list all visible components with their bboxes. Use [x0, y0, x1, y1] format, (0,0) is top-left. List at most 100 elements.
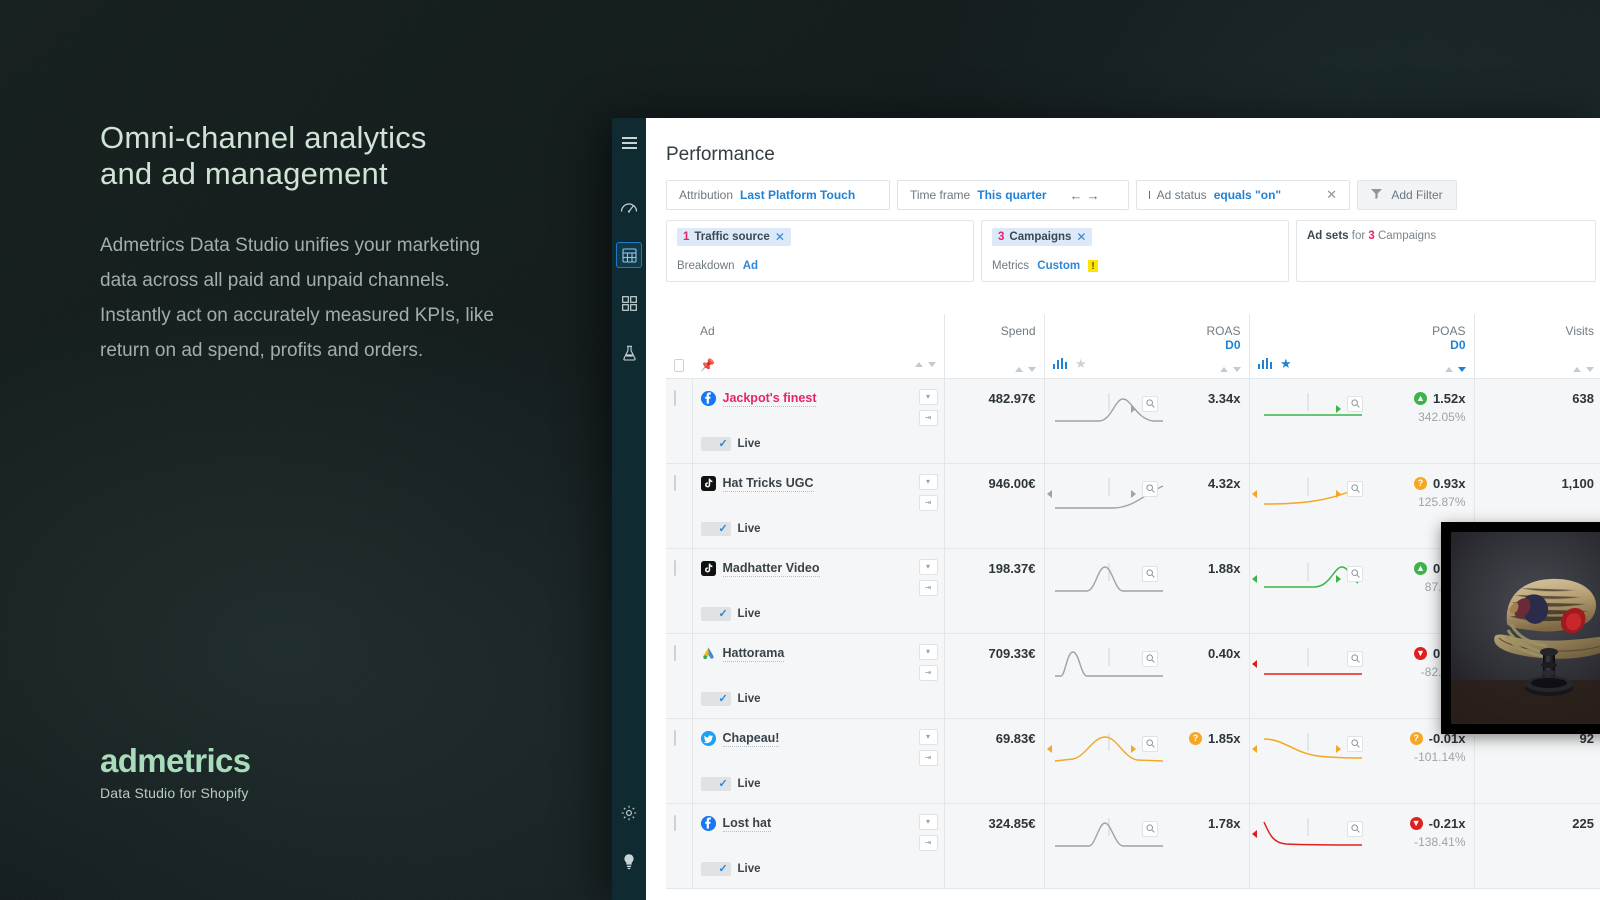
row-checkbox[interactable] [674, 814, 676, 831]
row-dropdown-button[interactable]: ▾ [918, 643, 938, 660]
magnifier-icon[interactable] [1142, 565, 1158, 582]
timeframe-filter[interactable]: Time frame This quarter ←→ [897, 180, 1129, 210]
sidebar-item-performance[interactable] [616, 242, 642, 268]
magnifier-icon[interactable] [1347, 735, 1363, 752]
magnifier-icon[interactable] [1142, 650, 1158, 667]
metrics-value[interactable]: Custom [1037, 260, 1080, 272]
attribution-filter[interactable]: Attribution Last Platform Touch [666, 180, 890, 210]
sort-desc-icon[interactable] [927, 362, 936, 367]
dashboard-speedometer-icon[interactable] [616, 194, 642, 220]
range-left-caret-icon [1251, 829, 1257, 838]
bar-chart-icon[interactable] [1257, 358, 1272, 369]
open-external-button[interactable]: ⇥ [918, 834, 938, 851]
magnifier-icon[interactable] [1347, 820, 1363, 837]
table-row[interactable]: Lost hat▾⇥Live324.85€1.78x▼-0.21x-138.41… [666, 803, 1600, 889]
live-toggle[interactable] [700, 606, 731, 621]
tiktok-icon [700, 476, 716, 491]
traffic-source-card[interactable]: 1 Traffic source ✕ Breakdown Ad [666, 220, 974, 282]
ad-status-value[interactable]: equals "on" [1214, 188, 1281, 202]
flask-experiments-icon[interactable] [616, 340, 642, 366]
ad-sets-card[interactable]: Ad sets for 3 Campaigns [1296, 220, 1596, 282]
live-toggle[interactable] [700, 436, 731, 451]
ad-name[interactable]: Chapeau! [722, 731, 780, 747]
live-toggle[interactable] [700, 691, 731, 706]
spend-sort-controls[interactable] [1014, 366, 1036, 372]
live-toggle[interactable] [700, 776, 731, 791]
table-row[interactable]: Jackpot's finest▾⇥Live482.97€3.34x▲1.52x… [666, 378, 1600, 464]
magnifier-icon[interactable] [1347, 480, 1363, 497]
attribution-value[interactable]: Last Platform Touch [740, 188, 855, 202]
ad-status-filter[interactable]: Ad status equals "on" ✕ [1136, 180, 1350, 210]
sort-asc-icon[interactable] [914, 362, 923, 367]
ad-name[interactable]: Madhatter Video [722, 561, 820, 577]
row-dropdown-button[interactable]: ▾ [918, 558, 938, 575]
range-left-caret-icon [1046, 489, 1052, 498]
row-dropdown-button[interactable]: ▾ [918, 728, 938, 745]
magnifier-icon[interactable] [1347, 395, 1363, 412]
breakdown-value[interactable]: Ad [743, 260, 758, 272]
magnifier-icon[interactable] [1142, 735, 1158, 752]
gear-settings-icon[interactable] [616, 800, 642, 826]
sort-asc-icon[interactable] [1573, 366, 1581, 372]
add-filter-button[interactable]: Add Filter [1357, 180, 1457, 210]
sort-asc-icon[interactable] [1014, 366, 1023, 372]
magnifier-icon[interactable] [1142, 820, 1158, 837]
magnifier-icon[interactable] [1347, 650, 1363, 667]
close-icon[interactable]: ✕ [1326, 187, 1337, 203]
sort-asc-icon[interactable] [1444, 366, 1453, 372]
open-external-button[interactable]: ⇥ [918, 409, 938, 426]
sort-asc-icon[interactable] [1219, 366, 1228, 372]
live-toggle[interactable] [700, 861, 731, 876]
row-checkbox[interactable] [674, 729, 676, 746]
metrics-row: Metrics Custom ! [992, 260, 1278, 272]
apps-grid-icon[interactable] [616, 290, 642, 316]
ad-sort-controls[interactable] [914, 362, 936, 367]
hamburger-menu-icon[interactable] [616, 130, 642, 156]
star-icon[interactable]: ★ [1280, 356, 1292, 372]
timeframe-value[interactable]: This quarter [977, 188, 1046, 202]
open-external-button[interactable]: ⇥ [918, 579, 938, 596]
campaigns-pill[interactable]: 3 Campaigns ✕ [992, 228, 1093, 246]
magnifier-icon[interactable] [1347, 565, 1363, 582]
row-checkbox[interactable] [674, 559, 676, 576]
live-toggle[interactable] [700, 521, 731, 536]
roas-column-sub[interactable]: D0 [1172, 338, 1240, 352]
timeframe-next-arrow-icon[interactable]: → [1087, 188, 1104, 203]
poas-sort-controls[interactable] [1444, 366, 1466, 372]
pin-icon[interactable]: 📌 [700, 358, 715, 372]
bar-chart-icon[interactable] [1052, 358, 1067, 369]
ad-name[interactable]: Hat Tricks UGC [722, 476, 814, 492]
row-dropdown-button[interactable]: ▾ [918, 388, 938, 405]
open-external-button[interactable]: ⇥ [918, 664, 938, 681]
lightbulb-help-icon[interactable] [616, 848, 642, 874]
magnifier-icon[interactable] [1142, 480, 1158, 497]
roas-sort-controls[interactable] [1219, 366, 1241, 372]
ad-name[interactable]: Jackpot's finest [722, 391, 817, 407]
star-icon[interactable]: ★ [1075, 356, 1087, 372]
sort-desc-icon[interactable] [1586, 366, 1594, 372]
ad-name[interactable]: Hattorama [722, 646, 785, 662]
open-external-button[interactable]: ⇥ [918, 494, 938, 511]
sort-desc-icon[interactable] [1457, 366, 1466, 372]
poas-column-sub[interactable]: D0 [1377, 338, 1465, 352]
open-external-button[interactable]: ⇥ [918, 749, 938, 766]
close-icon[interactable]: ✕ [775, 230, 785, 244]
sort-desc-icon[interactable] [1027, 366, 1036, 372]
add-filter-label: Add Filter [1391, 188, 1443, 202]
row-checkbox[interactable] [674, 644, 676, 661]
row-checkbox[interactable] [674, 474, 676, 491]
close-icon[interactable]: ✕ [1076, 230, 1086, 244]
row-dropdown-button[interactable]: ▾ [918, 813, 938, 830]
row-checkbox[interactable] [674, 389, 676, 406]
sort-desc-icon[interactable] [1232, 366, 1241, 372]
row-dropdown-button[interactable]: ▾ [918, 473, 938, 490]
traffic-source-pill[interactable]: 1 Traffic source ✕ [677, 228, 791, 246]
ad-status-toggle-group: Live [700, 861, 761, 876]
campaigns-card[interactable]: 3 Campaigns ✕ Metrics Custom ! [981, 220, 1289, 282]
visits-sort-controls[interactable] [1573, 366, 1594, 372]
timeframe-nav-arrows[interactable]: ←→ [1070, 188, 1104, 203]
ad-name[interactable]: Lost hat [722, 816, 772, 832]
magnifier-icon[interactable] [1142, 395, 1158, 412]
timeframe-prev-arrow-icon[interactable]: ← [1070, 188, 1087, 203]
select-all-checkbox[interactable] [674, 358, 684, 372]
